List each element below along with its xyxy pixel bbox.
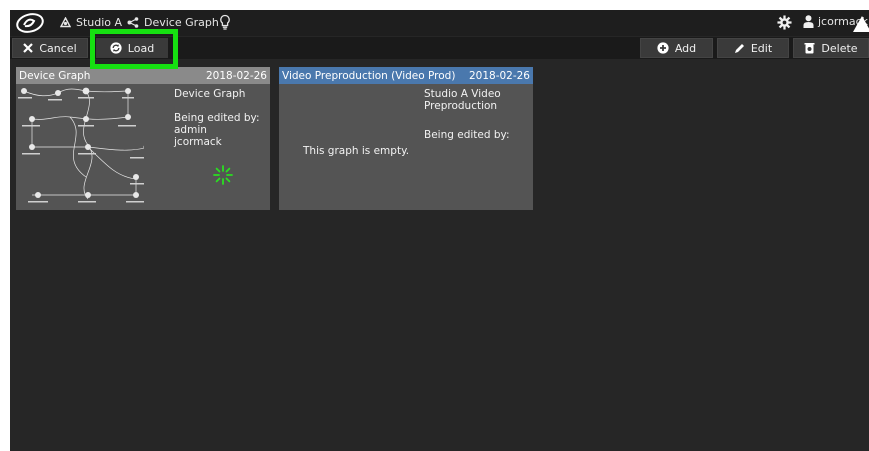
user-icon	[803, 15, 814, 28]
card-date: 2018-02-26	[205, 69, 267, 82]
trash-icon	[804, 43, 815, 54]
edit-label: Edit	[750, 41, 773, 55]
graph-name-line2: Preproduction	[424, 100, 498, 112]
load-button[interactable]: Load	[96, 38, 168, 58]
studio-label: Studio A	[76, 16, 123, 29]
breadcrumb-graph[interactable]: Device Graph	[127, 16, 219, 29]
gear-icon[interactable]	[777, 15, 792, 30]
graph-card-video-preproduction[interactable]: Video Preproduction (Video Prod) 2018-02…	[279, 67, 533, 210]
edit-button[interactable]: Edit	[717, 38, 789, 58]
graph-card-device-graph[interactable]: Device Graph 2018-02-26 Device Graph Bei…	[16, 67, 270, 210]
edited-by-label: Being edited by:	[424, 129, 510, 141]
breadcrumb-studio[interactable]: Studio A	[60, 16, 122, 29]
loading-spinner-icon	[213, 165, 233, 185]
card-title: Device Graph	[19, 69, 91, 82]
graph-icon	[127, 17, 139, 28]
card-title: Video Preproduction (Video Prod)	[282, 69, 456, 82]
close-icon	[23, 43, 34, 53]
delete-label: Delete	[821, 41, 858, 55]
top-bar: Studio A Device Graph jcormack	[10, 10, 869, 36]
editor-name: admin	[174, 124, 207, 136]
app-window: Studio A Device Graph jcormack Cancel Lo…	[10, 10, 869, 451]
pencil-icon	[734, 43, 744, 53]
card-date: 2018-02-26	[468, 69, 530, 82]
card-header: Video Preproduction (Video Prod) 2018-02…	[279, 67, 533, 84]
graph-thumbnail	[18, 87, 144, 203]
load-label: Load	[127, 41, 155, 55]
graph-name: Device Graph	[174, 88, 246, 100]
card-header: Device Graph 2018-02-26	[16, 67, 270, 84]
graph-name-line1: Studio A Video	[424, 88, 501, 100]
cancel-label: Cancel	[39, 41, 77, 55]
edited-by-label: Being edited by:	[174, 112, 260, 124]
toolbar: Cancel Load Add Edit Delete	[10, 37, 869, 59]
logo-icon[interactable]	[16, 13, 44, 33]
empty-graph-message: This graph is empty.	[303, 145, 410, 157]
plus-circle-icon	[657, 42, 669, 54]
delete-button[interactable]: Delete	[793, 38, 869, 58]
lightbulb-icon[interactable]	[219, 14, 231, 31]
add-button[interactable]: Add	[640, 38, 713, 58]
graph-label: Device Graph	[144, 16, 219, 29]
cancel-button[interactable]: Cancel	[12, 38, 88, 58]
studio-icon	[60, 17, 71, 28]
refresh-icon	[110, 42, 122, 54]
editor-name: jcormack	[174, 136, 222, 148]
alert-triangle-icon[interactable]	[853, 16, 869, 32]
add-label: Add	[674, 41, 697, 55]
